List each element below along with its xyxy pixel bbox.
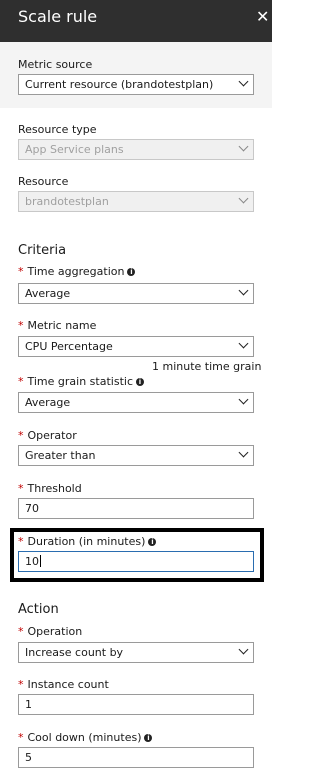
time-grain-statistic-value: Average xyxy=(25,396,71,409)
chevron-down-icon xyxy=(238,338,249,349)
metric-source-label: Metric source xyxy=(18,58,93,71)
chevron-down-icon xyxy=(238,193,249,204)
info-icon[interactable]: i xyxy=(127,268,136,276)
threshold-input[interactable]: 70 xyxy=(18,498,254,519)
chevron-down-icon xyxy=(238,394,249,405)
duration-label: * Duration (in minutes) i xyxy=(18,535,157,548)
metric-source-value: Current resource (brandotestplan) xyxy=(25,78,214,91)
instance-count-label: * Instance count xyxy=(18,678,109,691)
metric-name-dropdown[interactable]: CPU Percentage xyxy=(18,336,254,357)
blade-header: Scale rule ✕ xyxy=(0,0,272,42)
cool-down-label: * Cool down (minutes) i xyxy=(18,731,153,744)
time-grain-statistic-label: * Time grain statistic i xyxy=(18,375,144,388)
info-icon[interactable]: i xyxy=(136,378,144,386)
chevron-down-icon xyxy=(238,285,249,296)
operation-dropdown[interactable]: Increase count by xyxy=(18,642,254,663)
resource-value: brandotestplan xyxy=(25,195,109,208)
time-grain-statistic-label-text: Time grain statistic xyxy=(27,375,134,388)
info-icon[interactable]: i xyxy=(148,538,157,546)
chevron-down-icon xyxy=(238,141,249,152)
chevron-down-icon xyxy=(238,447,249,458)
required-marker: * xyxy=(18,535,24,548)
operator-dropdown[interactable]: Greater than xyxy=(18,445,254,466)
resource-type-label: Resource type xyxy=(18,123,97,136)
close-icon[interactable]: ✕ xyxy=(256,7,269,26)
time-aggregation-value: Average xyxy=(25,287,71,300)
instance-count-input[interactable]: 1 xyxy=(18,694,254,715)
time-grain-hint: 1 minute time grain xyxy=(152,360,262,373)
instance-count-value: 1 xyxy=(25,698,32,711)
criteria-heading: Criteria xyxy=(18,243,67,258)
threshold-value: 70 xyxy=(25,502,39,515)
threshold-label-text: Threshold xyxy=(27,482,82,495)
metric-source-dropdown[interactable]: Current resource (brandotestplan) xyxy=(18,74,254,95)
instance-count-label-text: Instance count xyxy=(27,678,109,691)
cool-down-label-text: Cool down (minutes) xyxy=(27,731,142,744)
required-marker: * xyxy=(18,482,24,495)
required-marker: * xyxy=(18,678,24,691)
chevron-down-icon xyxy=(238,76,249,87)
metric-name-value: CPU Percentage xyxy=(25,340,113,353)
required-marker: * xyxy=(18,429,24,442)
operation-value: Increase count by xyxy=(25,646,124,659)
resource-type-dropdown[interactable]: App Service plans xyxy=(18,139,254,160)
time-grain-statistic-dropdown[interactable]: Average xyxy=(18,392,254,413)
cool-down-value: 5 xyxy=(25,751,32,764)
metric-name-label-text: Metric name xyxy=(27,319,97,332)
required-marker: * xyxy=(18,265,24,278)
time-aggregation-label: * Time aggregation i xyxy=(18,265,136,278)
operator-value: Greater than xyxy=(25,449,96,462)
chevron-down-icon xyxy=(238,644,249,655)
info-icon[interactable]: i xyxy=(144,734,153,742)
duration-value: 10 xyxy=(25,555,235,568)
required-marker: * xyxy=(18,375,24,388)
metric-name-label: * Metric name xyxy=(18,319,96,332)
duration-input[interactable]: 10 xyxy=(18,551,254,572)
duration-value-text: 10 xyxy=(25,555,39,568)
operation-label-text: Operation xyxy=(27,625,83,638)
cool-down-input[interactable]: 5 xyxy=(18,747,254,768)
operator-label-text: Operator xyxy=(27,429,77,442)
blade-title: Scale rule xyxy=(18,7,98,26)
time-aggregation-label-text: Time aggregation xyxy=(27,265,125,278)
text-caret xyxy=(40,555,41,567)
operator-label: * Operator xyxy=(18,429,77,442)
resource-dropdown[interactable]: brandotestplan xyxy=(18,191,254,212)
resource-type-value: App Service plans xyxy=(25,143,124,156)
resource-label: Resource xyxy=(18,175,69,188)
required-marker: * xyxy=(18,731,24,744)
required-marker: * xyxy=(18,625,24,638)
duration-label-text: Duration (in minutes) xyxy=(27,535,146,548)
time-aggregation-dropdown[interactable]: Average xyxy=(18,283,254,304)
required-marker: * xyxy=(18,319,24,332)
action-heading: Action xyxy=(18,602,59,617)
operation-label: * Operation xyxy=(18,625,82,638)
threshold-label: * Threshold xyxy=(18,482,82,495)
